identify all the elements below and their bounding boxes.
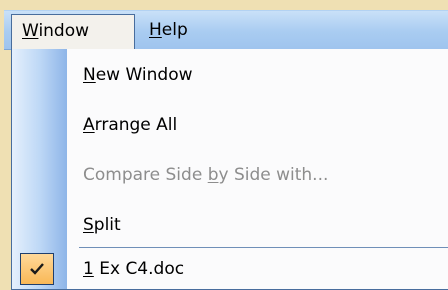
checked-indicator [20,253,54,285]
menu-item-arrange-all[interactable]: Arrange All [12,105,448,145]
menu-help-label: elp [161,20,188,40]
menu-window-mnemonic: W [22,21,39,41]
menu-item-split[interactable]: Split [12,205,448,245]
menu-item-document-ex-c4[interactable]: 1 Ex C4.doc [12,249,448,289]
menu-window[interactable]: Window [11,14,135,51]
menu-item-compare-side-by-side: Compare Side by Side with... [12,155,448,195]
menu-item-compare-side-by-side-label: Compare Side by Side with... [83,165,329,185]
menu-help-mnemonic: H [149,20,162,40]
menu-item-document-ex-c4-label: 1 Ex C4.doc [83,259,185,279]
menu-item-new-window-label: New Window [83,65,193,85]
menu-item-arrange-all-label: Arrange All [83,115,178,135]
window-dropdown-menu: New Window Arrange All Compare Side by S… [11,49,448,290]
menu-item-split-label: Split [83,215,121,235]
menu-separator [79,247,448,248]
application: Window Help New Window Arrange All Compa… [4,0,448,290]
checkmark-icon [30,263,44,275]
menu-help[interactable]: Help [145,14,205,46]
menu-window-label: indow [38,21,90,41]
menu-item-new-window[interactable]: New Window [12,55,448,95]
menu-bar: Window Help [4,10,448,51]
